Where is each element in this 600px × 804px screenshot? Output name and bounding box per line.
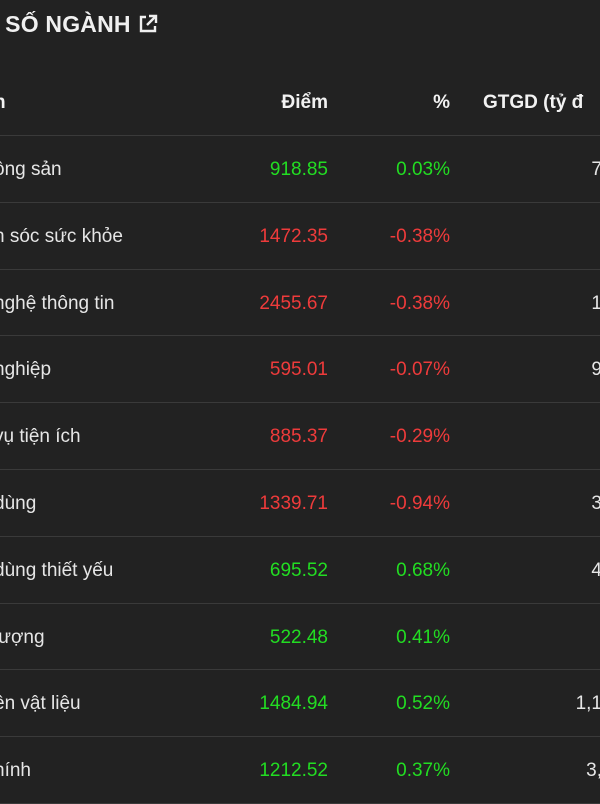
sector-gtgd: 3, <box>586 760 600 782</box>
sector-percent: 0.03% <box>396 159 450 180</box>
sector-point: 1212.52 <box>259 760 328 782</box>
table-row[interactable]: ộng sản 918.85 0.03% 7 <box>0 136 600 203</box>
sector-percent: -0.94% <box>389 492 450 514</box>
sector-percent: 0.37% <box>396 760 450 782</box>
sector-name: lượng <box>0 626 45 648</box>
sector-point: 1484.94 <box>259 693 328 715</box>
sector-name: n sóc sức khỏe <box>0 225 123 247</box>
sector-percent: -0.07% <box>389 359 450 381</box>
sector-name: ên vật liệu <box>0 693 81 715</box>
sector-name: hính <box>0 760 31 782</box>
header-point[interactable]: Điểm <box>282 92 328 114</box>
section-title: Ỉ SỐ NGÀNH <box>0 8 159 40</box>
sector-name: nghệ thông tin <box>0 292 115 314</box>
sector-name: dùng <box>0 492 37 514</box>
table-row[interactable]: dùng 1339.71 -0.94% 3 <box>0 470 600 537</box>
sector-gtgd: 1 <box>591 292 600 314</box>
sector-name: ộng sản <box>0 159 62 180</box>
sector-point: 918.85 <box>269 159 328 180</box>
table-row[interactable]: n sóc sức khỏe 1472.35 -0.38% <box>0 203 600 270</box>
sector-name: dùng thiết yếu <box>0 559 114 581</box>
header-gtgd[interactable]: GTGD (tỷ đ <box>483 92 583 114</box>
sector-gtgd: 3 <box>591 492 600 514</box>
sector-point: 522.48 <box>269 626 328 648</box>
sector-name: vụ tiện ích <box>0 426 81 448</box>
table-header-row: h Điểm % GTGD (tỷ đ <box>0 70 600 136</box>
sector-index-table: h Điểm % GTGD (tỷ đ ộng sản 918.85 0.03%… <box>0 70 600 804</box>
sector-percent: 0.52% <box>396 693 450 715</box>
sector-gtgd: 1,1 <box>575 693 600 715</box>
table-row[interactable]: hính 1212.52 0.37% 3, <box>0 737 600 804</box>
table-row[interactable]: ên vật liệu 1484.94 0.52% 1,1 <box>0 670 600 738</box>
sector-percent: 0.68% <box>396 559 450 581</box>
sector-name: nghiệp <box>0 359 52 381</box>
sector-percent: 0.41% <box>396 626 450 648</box>
sector-point: 2455.67 <box>259 292 328 314</box>
sector-gtgd: 7 <box>591 159 600 180</box>
header-name: h <box>0 92 6 114</box>
sector-percent: -0.29% <box>389 426 450 448</box>
sector-point: 695.52 <box>269 559 328 581</box>
table-row[interactable]: dùng thiết yếu 695.52 0.68% 4 <box>0 537 600 604</box>
sector-point: 595.01 <box>269 359 328 381</box>
header-percent[interactable]: % <box>433 92 450 114</box>
sector-percent: -0.38% <box>389 292 450 314</box>
table-row[interactable]: vụ tiện ích 885.37 -0.29% <box>0 403 600 470</box>
table-row[interactable]: nghệ thông tin 2455.67 -0.38% 1 <box>0 270 600 337</box>
sector-point: 1339.71 <box>259 492 328 514</box>
sector-point: 1472.35 <box>259 225 328 247</box>
table-row[interactable]: lượng 522.48 0.41% <box>0 604 600 671</box>
section-title-label: Ỉ SỐ NGÀNH <box>0 10 131 37</box>
table-row[interactable]: nghiệp 595.01 -0.07% 9 <box>0 336 600 404</box>
external-link-icon[interactable] <box>137 13 159 35</box>
sector-percent: -0.38% <box>389 225 450 247</box>
sector-gtgd: 4 <box>591 559 600 581</box>
sector-gtgd: 9 <box>591 359 600 381</box>
sector-point: 885.37 <box>269 426 328 448</box>
